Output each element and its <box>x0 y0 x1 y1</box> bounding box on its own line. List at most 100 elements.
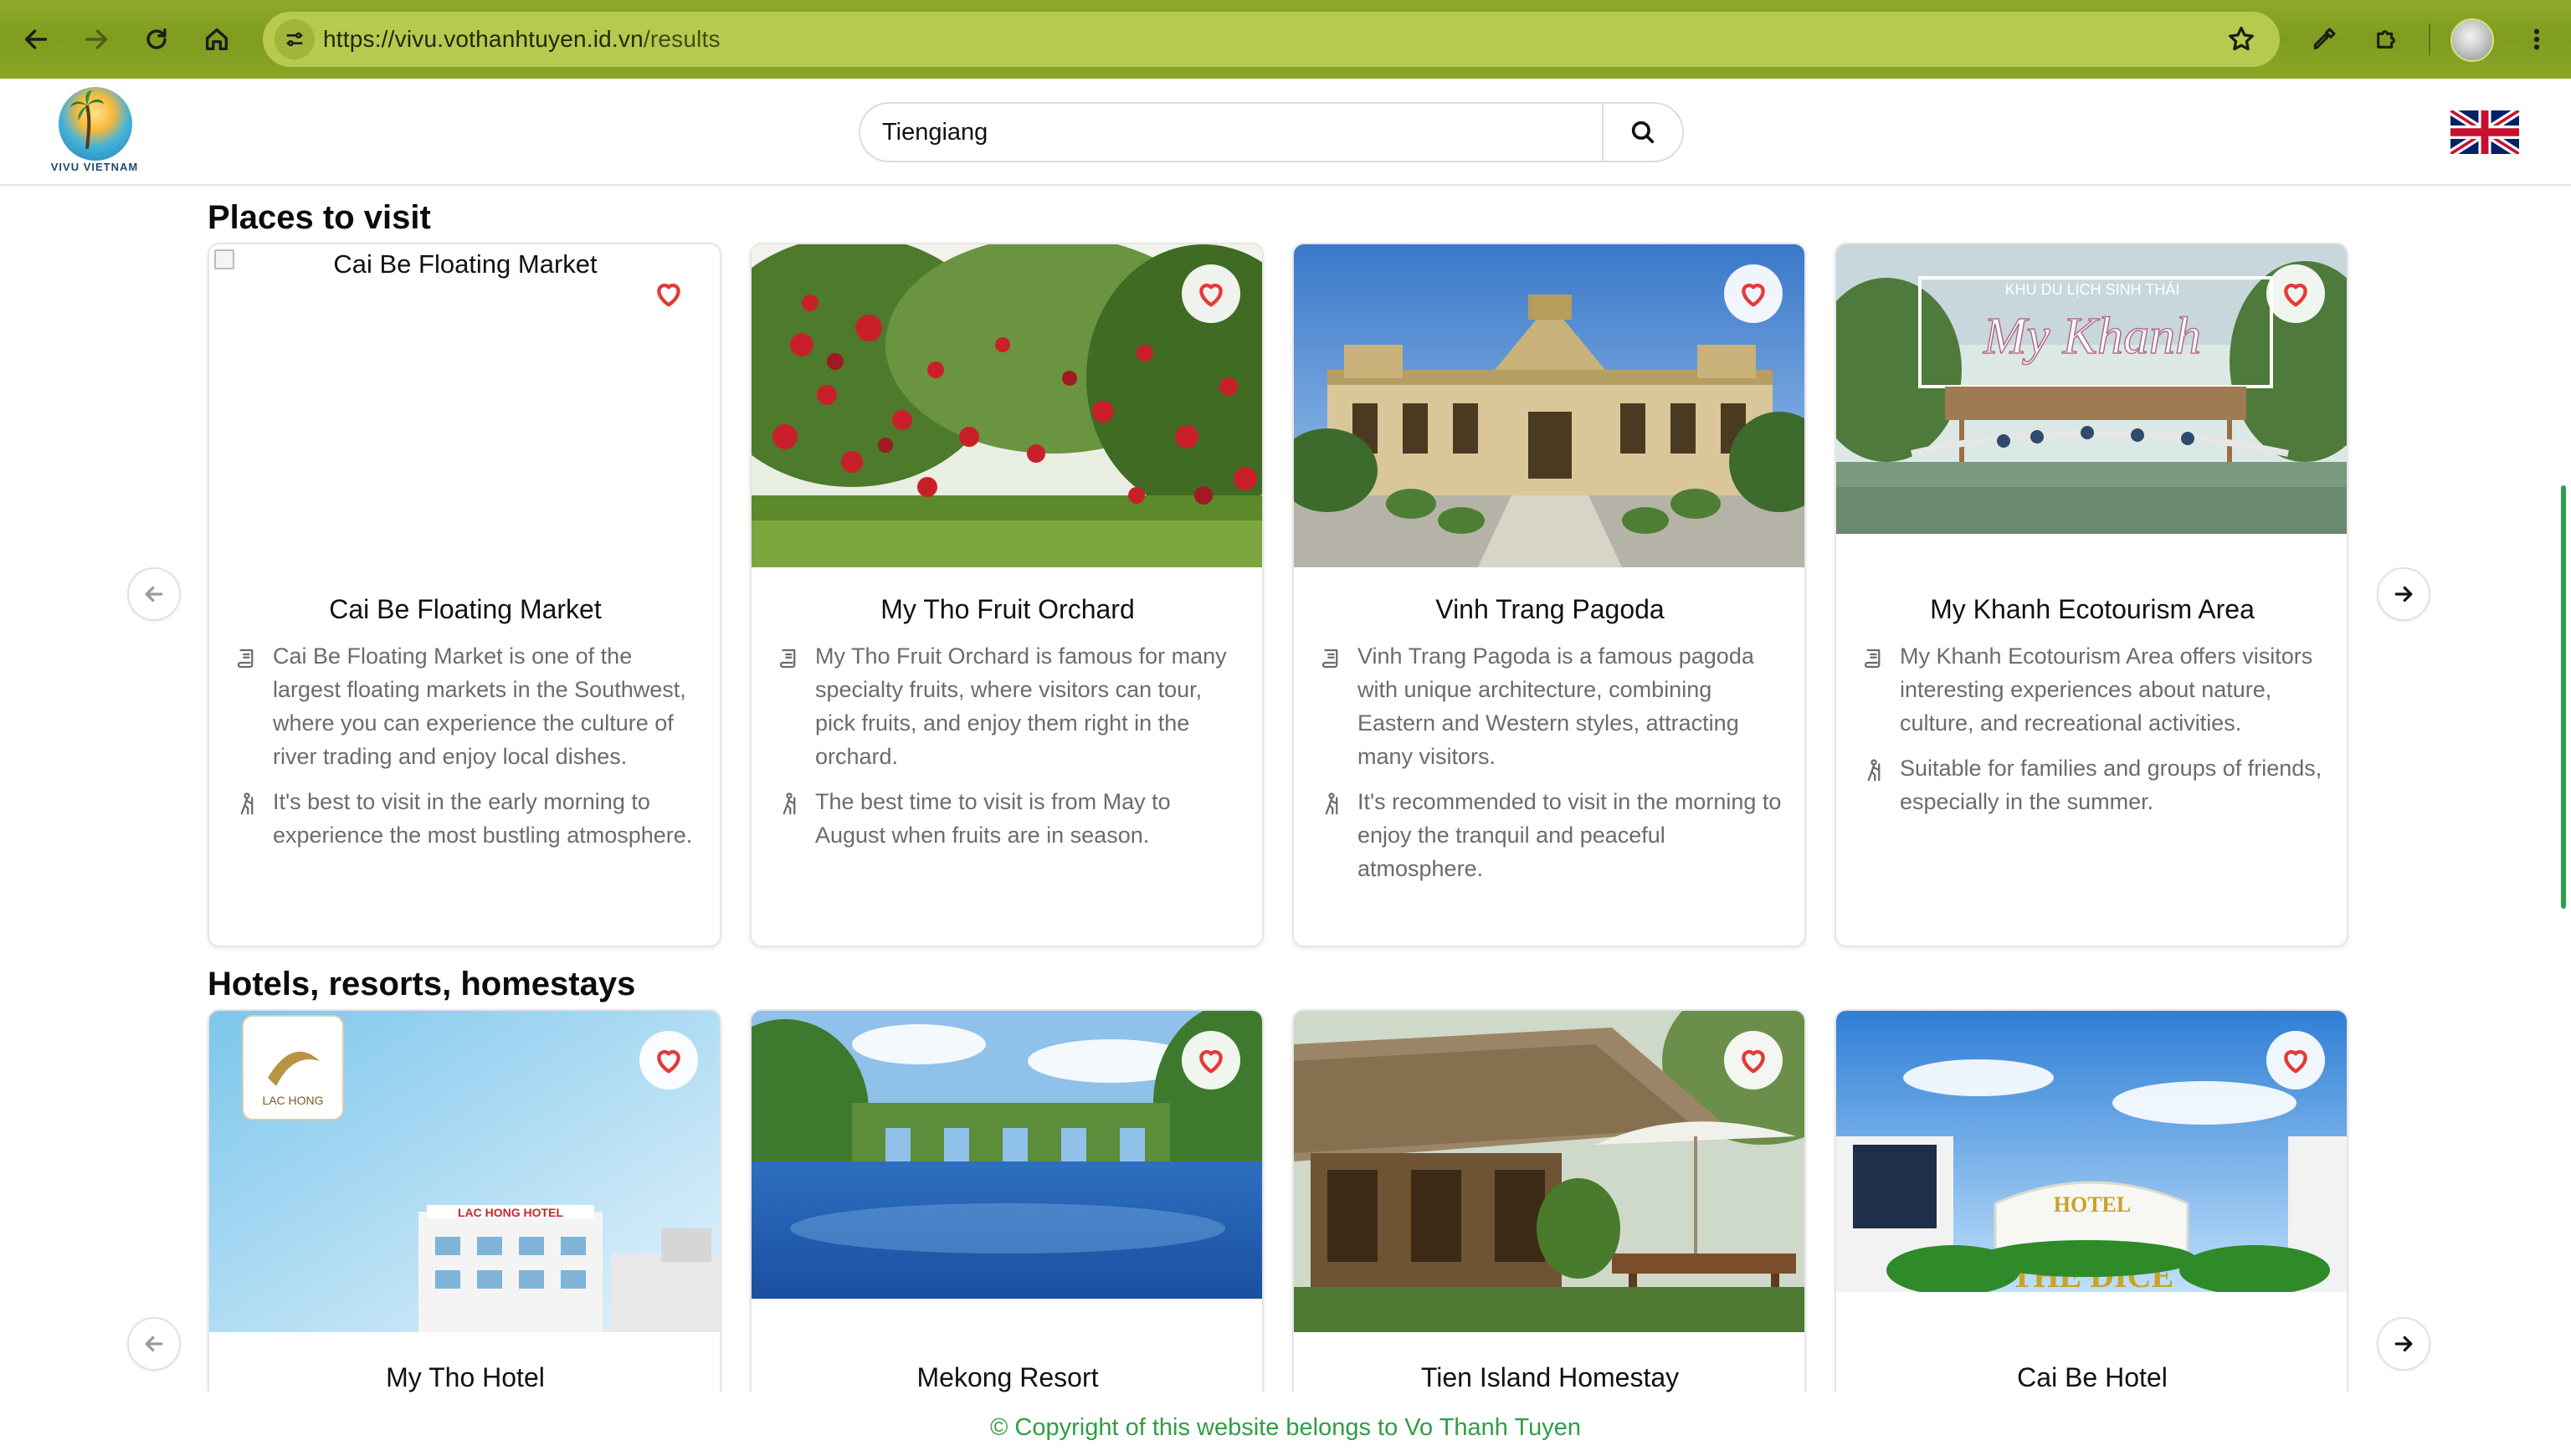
browser-toolbar: https://vivu.vothanhtuyen.id.vn/results <box>0 0 2571 79</box>
page-scrollbar[interactable] <box>2561 485 2566 909</box>
place-name: Vinh Trang Pagoda <box>1435 594 1665 624</box>
uk-flag-icon[interactable] <box>2450 110 2519 154</box>
copyright-text: © Copyright of this website belongs to V… <box>990 1414 1581 1441</box>
logo-text: VIVU VIETNAM <box>50 161 139 173</box>
place-tip: It's recommended to visit in the morning… <box>1357 789 1782 881</box>
place-description: My Khanh Ecotourism Area offers visitors… <box>1900 643 2313 736</box>
place-info: Cai Be Floating Market is one of the lar… <box>234 639 703 864</box>
home-icon[interactable] <box>194 17 239 62</box>
extensions-puzzle-icon[interactable] <box>2367 20 2405 59</box>
hotel-card[interactable]: Mekong Resort <box>750 1009 1264 1402</box>
place-name: My Khanh Ecotourism Area <box>1930 594 2255 624</box>
image-alt-text: Cai Be Floating Market <box>333 249 598 279</box>
heart-icon <box>657 283 680 307</box>
hotel-name: Cai Be Hotel <box>2017 1362 2168 1392</box>
place-info: My Tho Fruit Orchard is famous for many … <box>777 639 1245 864</box>
heart-icon <box>1742 283 1765 307</box>
site-logo[interactable]: VIVU VIETNAM <box>45 87 144 174</box>
bookmark-star-icon[interactable] <box>2226 24 2256 54</box>
place-name: Cai Be Floating Market <box>329 594 602 624</box>
hiker-icon <box>1867 759 1881 782</box>
place-card[interactable]: My Tho Fruit Orchard My Tho Fruit Orchar… <box>750 243 1264 947</box>
hotels-next-button[interactable] <box>2377 1317 2430 1371</box>
search-button[interactable] <box>1602 104 1682 161</box>
favorite-heart-button[interactable] <box>1724 264 1783 323</box>
site-header: VIVU VIETNAM <box>0 79 2571 186</box>
arrow-left-icon <box>145 586 163 602</box>
favorite-heart-button[interactable] <box>2266 1031 2325 1089</box>
hiker-icon <box>783 792 796 815</box>
hotel-card[interactable]: Tien Island Homestay <box>1292 1009 1806 1402</box>
search-icon <box>1631 120 1655 144</box>
description-row: Cai Be Floating Market is one of the lar… <box>234 639 703 773</box>
footer: © Copyright of this website belongs to V… <box>0 1392 2571 1456</box>
hotels-prev-button[interactable] <box>127 1317 181 1371</box>
hotel-name: Mekong Resort <box>916 1362 1099 1392</box>
tip-row: It's best to visit in the early morning … <box>234 785 703 852</box>
place-tip: It's best to visit in the early morning … <box>273 789 693 848</box>
tip-row: Suitable for families and groups of frie… <box>1861 751 2330 818</box>
heart-icon <box>657 1049 680 1074</box>
place-card[interactable]: KHU DU LỊCH SINH THÁI My Khanh My Khanh … <box>1835 243 2348 947</box>
more-vert-icon[interactable] <box>2517 20 2556 59</box>
palm-tree-icon <box>70 90 104 149</box>
hotel-card[interactable]: HOTEL THE DICE Cai Be Hotel <box>1835 1009 2348 1402</box>
hotel-sign-top-text: HOTEL <box>2054 1192 2131 1217</box>
hotel-name: Tien Island Homestay <box>1420 1362 1680 1392</box>
site-settings-icon[interactable] <box>275 19 315 59</box>
heart-icon <box>1199 283 1223 307</box>
arrow-left-icon <box>145 1336 163 1352</box>
favorite-heart-button[interactable] <box>639 264 698 323</box>
description-row: Vinh Trang Pagoda is a famous pagoda wit… <box>1319 639 1788 773</box>
hotel-card[interactable]: LAC HONG LAC HONG HOTEL My Tho Hotel <box>208 1009 721 1402</box>
hotel-logo-text: LAC HONG <box>262 1094 323 1107</box>
back-arrow-icon[interactable] <box>13 17 59 62</box>
description-row: My Khanh Ecotourism Area offers visitors… <box>1861 639 2330 740</box>
place-name: My Tho Fruit Orchard <box>880 594 1135 624</box>
place-info: Vinh Trang Pagoda is a famous pagoda wit… <box>1319 639 1788 897</box>
hotels-section-title: Hotels, resorts, homestays <box>208 966 636 1002</box>
place-info: My Khanh Ecotourism Area offers visitors… <box>1861 639 2330 830</box>
favorite-heart-button[interactable] <box>639 1031 698 1089</box>
hiker-icon <box>240 792 254 815</box>
heart-icon <box>1742 1049 1765 1074</box>
arrow-right-icon <box>2394 1336 2413 1352</box>
places-next-button[interactable] <box>2377 567 2430 621</box>
place-description: Cai Be Floating Market is one of the lar… <box>273 643 686 769</box>
favorite-heart-button[interactable] <box>1182 264 1240 323</box>
search-bar <box>859 102 1684 162</box>
arrow-right-icon <box>2394 586 2413 602</box>
place-tip: Suitable for families and groups of frie… <box>1900 756 2322 814</box>
hotel-name: My Tho Hotel <box>386 1362 545 1392</box>
favorite-heart-button[interactable] <box>2266 264 2325 323</box>
banner-main-text: My Khanh <box>1983 308 2201 365</box>
eyedropper-icon[interactable] <box>2305 20 2343 59</box>
description-row: My Tho Fruit Orchard is famous for many … <box>777 639 1245 773</box>
hotel-sign-text: LAC HONG HOTEL <box>458 1206 563 1219</box>
heart-icon <box>1199 1049 1223 1074</box>
scroll-icon <box>1864 649 1881 669</box>
heart-icon <box>2284 283 2307 307</box>
address-bar[interactable]: https://vivu.vothanhtuyen.id.vn/results <box>263 12 2280 67</box>
scroll-icon <box>779 649 796 669</box>
tip-row: The best time to visit is from May to Au… <box>777 785 1245 852</box>
scroll-icon <box>237 649 254 669</box>
favorite-heart-button[interactable] <box>1182 1031 1240 1089</box>
tip-row: It's recommended to visit in the morning… <box>1319 785 1788 885</box>
profile-avatar[interactable] <box>2450 18 2494 62</box>
places-section-title: Places to visit <box>208 199 431 236</box>
favorite-heart-button[interactable] <box>1724 1031 1783 1089</box>
scroll-icon <box>1321 649 1338 669</box>
reload-icon[interactable] <box>134 17 179 62</box>
place-tip: The best time to visit is from May to Au… <box>815 789 1171 848</box>
toolbar-divider <box>2429 23 2430 55</box>
place-description: My Tho Fruit Orchard is famous for many … <box>815 643 1227 769</box>
heart-icon <box>2284 1049 2307 1074</box>
banner-top-text: KHU DU LỊCH SINH THÁI <box>2005 281 2180 298</box>
search-input[interactable] <box>860 104 1604 161</box>
url-text[interactable]: https://vivu.vothanhtuyen.id.vn/results <box>323 26 721 53</box>
place-card[interactable]: Vinh Trang Pagoda Vinh Trang Pagoda is a… <box>1292 243 1806 947</box>
place-card[interactable]: Cai Be Floating Market Cai Be Floating M… <box>208 243 721 947</box>
forward-arrow-icon[interactable] <box>74 17 119 62</box>
places-prev-button[interactable] <box>127 567 181 621</box>
